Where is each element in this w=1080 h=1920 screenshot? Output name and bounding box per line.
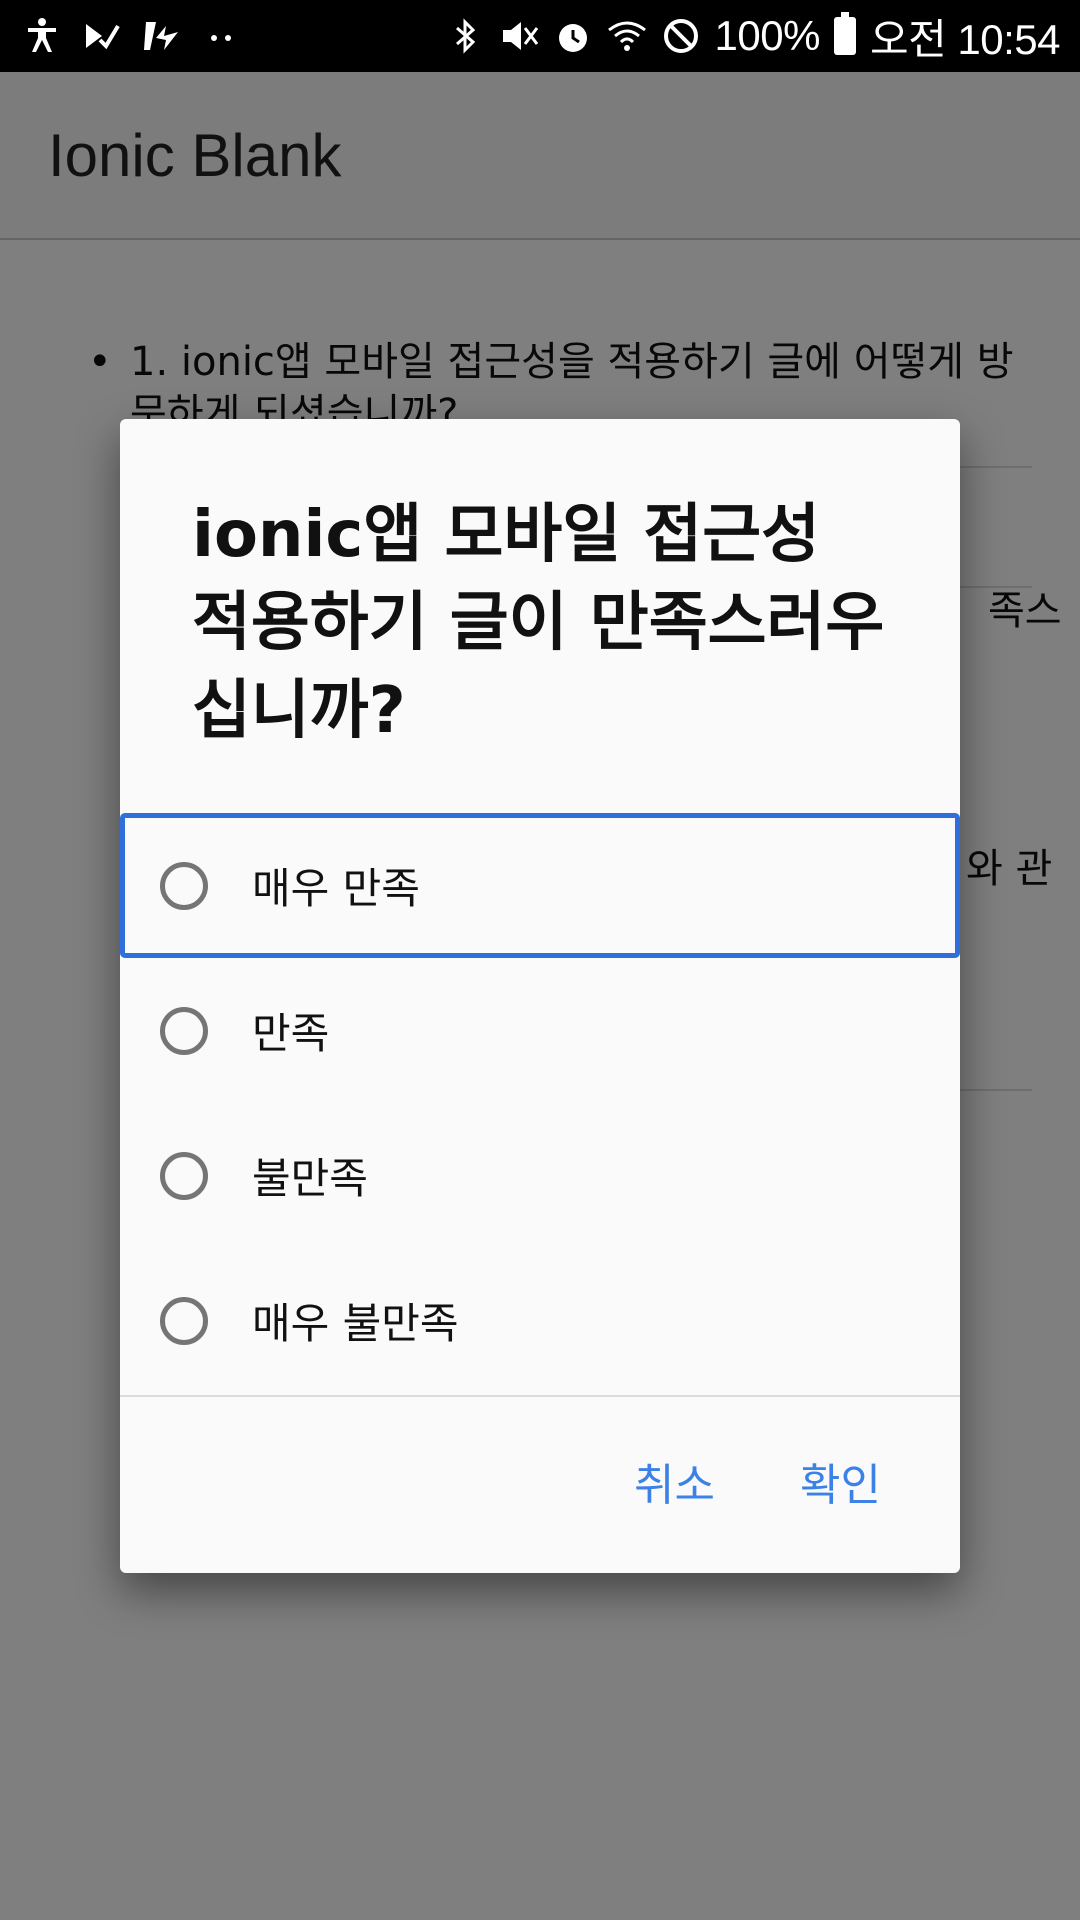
radio-option-very-dissatisfied[interactable]: 매우 불만족 xyxy=(120,1248,960,1393)
ok-button[interactable]: 확인 xyxy=(800,1449,881,1513)
radio-button[interactable] xyxy=(160,1006,208,1055)
bluetooth-icon xyxy=(455,18,475,54)
more-dots-icon xyxy=(211,35,231,41)
check-icon xyxy=(86,24,120,50)
alarm-icon xyxy=(558,24,587,52)
option-label: 만족 xyxy=(252,1009,330,1058)
dialog-title: ionic앱 모바일 접근성 적용하기 글이 만족스러우십니까? xyxy=(192,498,885,748)
option-label: 매우 만족 xyxy=(252,864,420,913)
option-label: 불만족 xyxy=(252,1154,368,1203)
status-time: 오전 10:54 xyxy=(869,15,1061,63)
option-label: 매우 불만족 xyxy=(252,1299,459,1348)
radio-button[interactable] xyxy=(160,861,208,910)
battery-percentage: 100% xyxy=(714,12,821,59)
blocked-icon xyxy=(663,19,698,53)
status-bar: 100% 오전 10:54 xyxy=(0,0,1080,72)
mute-icon xyxy=(502,22,538,50)
status-right: 100% 오전 10:54 xyxy=(445,6,1061,67)
radio-button[interactable] xyxy=(160,1151,208,1200)
radio-option-very-satisfied[interactable]: 매우 만족 xyxy=(120,813,960,958)
status-left xyxy=(22,16,242,56)
dialog-divider xyxy=(120,1395,960,1397)
usb-icon xyxy=(144,22,178,50)
cancel-button[interactable]: 취소 xyxy=(634,1449,715,1513)
battery-icon xyxy=(833,12,856,55)
alert-dialog: ionic앱 모바일 접근성 적용하기 글이 만족스러우십니까? 매우 만족 만… xyxy=(120,419,960,1573)
radio-option-satisfied[interactable]: 만족 xyxy=(120,958,960,1103)
radio-option-dissatisfied[interactable]: 불만족 xyxy=(120,1103,960,1248)
wifi-icon xyxy=(607,21,646,51)
accessibility-icon xyxy=(28,18,56,52)
radio-button[interactable] xyxy=(160,1296,208,1345)
